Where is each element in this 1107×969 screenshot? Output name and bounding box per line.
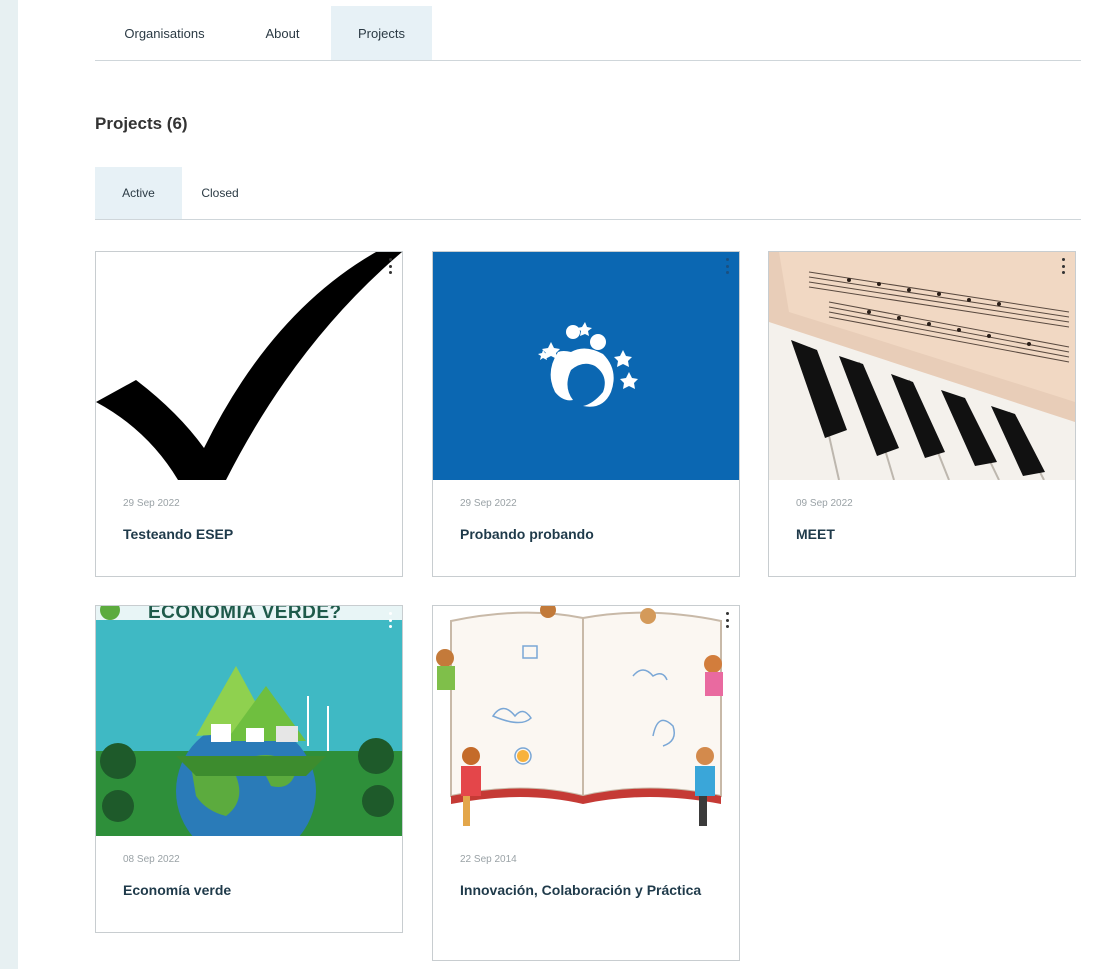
card-title[interactable]: Innovación, Colaboración y Práctica <box>460 879 720 901</box>
card-date: 29 Sep 2022 <box>123 498 180 509</box>
card-date: 08 Sep 2022 <box>123 854 180 865</box>
card-title[interactable]: MEET <box>796 523 1056 545</box>
card-menu-icon[interactable] <box>1058 258 1068 274</box>
tab-projects[interactable]: Projects <box>331 6 432 60</box>
tab-organisations[interactable]: Organisations <box>95 6 234 60</box>
children-drawing-book-image <box>433 606 739 836</box>
card-date: 22 Sep 2014 <box>460 854 517 865</box>
card-date: 09 Sep 2022 <box>796 498 853 509</box>
card-menu-icon[interactable] <box>722 612 732 628</box>
infographic-heading: ECONOMÍA VERDE? <box>148 606 342 623</box>
sheet-music-piano-image <box>769 252 1075 480</box>
card-menu-icon[interactable] <box>385 612 395 628</box>
card-date: 29 Sep 2022 <box>460 498 517 509</box>
card-title[interactable]: Economía verde <box>123 879 383 901</box>
tab-closed[interactable]: Closed <box>182 167 258 219</box>
green-economy-infographic-image: ECONOMÍA VERDE? <box>96 606 402 836</box>
project-card[interactable]: 22 Sep 2014 Innovación, Colaboración y P… <box>432 605 740 961</box>
card-menu-icon[interactable] <box>385 258 395 274</box>
card-title[interactable]: Testeando ESEP <box>123 523 383 545</box>
page: Organisations About Projects Projects (6… <box>18 0 1107 969</box>
checkmark-image <box>96 252 402 480</box>
project-filter-tabs: Active Closed <box>95 167 1081 220</box>
card-title[interactable]: Probando probando <box>460 523 720 545</box>
main-content: Organisations About Projects Projects (6… <box>95 6 1081 961</box>
project-card[interactable]: 29 Sep 2022 Testeando ESEP <box>95 251 403 577</box>
project-card[interactable]: 29 Sep 2022 Probando probando <box>432 251 740 577</box>
project-card[interactable]: ECONOMÍA VERDE? 08 Sep 2022 Economía ver… <box>95 605 403 933</box>
top-navigation: Organisations About Projects <box>95 6 1081 61</box>
tab-about[interactable]: About <box>234 6 331 60</box>
project-card[interactable]: 09 Sep 2022 MEET <box>768 251 1076 577</box>
page-title: Projects (6) <box>95 114 188 133</box>
card-menu-icon[interactable] <box>722 258 732 274</box>
project-grid: 29 Sep 2022 Testeando ESEP 29 Sep 2022 P… <box>95 251 1081 969</box>
stars-people-logo-image <box>433 252 739 480</box>
tab-active[interactable]: Active <box>95 167 182 219</box>
